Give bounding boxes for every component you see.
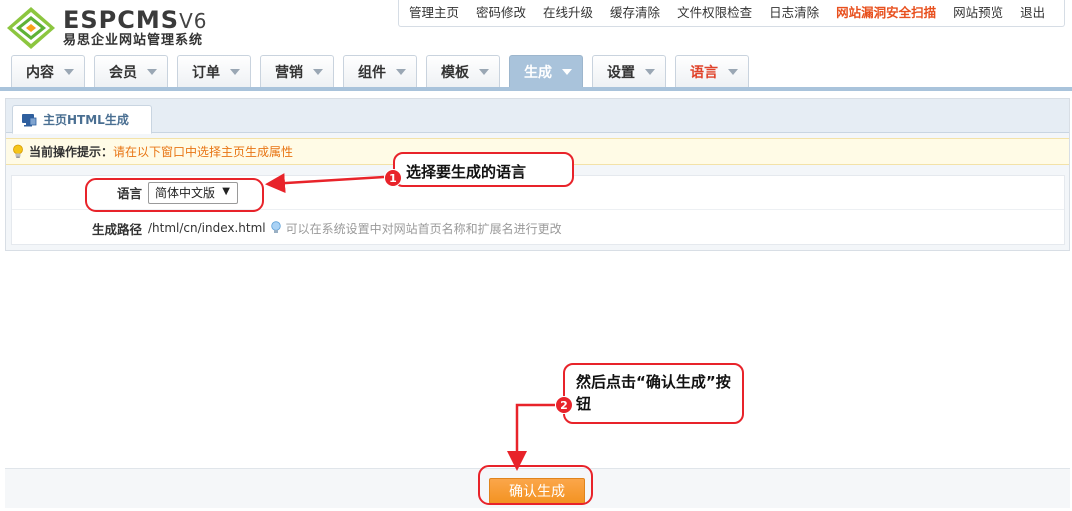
annotation-callout-step1: 选择要生成的语言 — [393, 152, 574, 187]
annotation-badge-1: 1 — [384, 169, 402, 187]
admin-page: ESPCMSV6 易思企业网站管理系统 管理主页 密码修改 在线升级 缓存清除 … — [0, 0, 1072, 511]
annotation-callout-step2: 然后点击“确认生成”按钮 — [563, 363, 744, 424]
annotation-arrows — [265, 173, 555, 471]
annotation-badge-2: 2 — [555, 396, 573, 414]
